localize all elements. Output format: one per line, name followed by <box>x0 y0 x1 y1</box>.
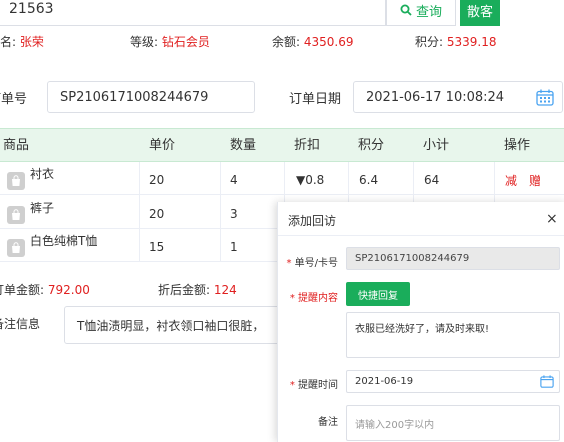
col-discount: 折扣 <box>294 138 321 153</box>
walkin-button[interactable]: 散客 <box>460 0 500 26</box>
content-textarea[interactable]: 衣服已经洗好了，请及时来取! <box>346 312 560 358</box>
customer-level: 等级: 钻石会员 <box>130 35 210 49</box>
qty-cell: 3 <box>230 207 238 221</box>
customer-balance: 余额: 4350.69 <box>272 35 354 49</box>
query-label: 查询 <box>415 4 442 20</box>
add-visit-dialog: 添加回访 × * 单号/卡号 SP2106171008244679 * 提醒内容… <box>277 202 564 442</box>
col-action: 操作 <box>504 138 531 153</box>
close-icon[interactable]: × <box>546 211 558 227</box>
time-field[interactable]: 2021-06-19 <box>346 370 560 393</box>
note-field[interactable]: 请输入200字以内 <box>346 405 560 441</box>
bag-icon <box>7 206 25 224</box>
search-input[interactable]: 21563 <box>0 0 386 26</box>
dialog-title: 添加回访 <box>288 214 337 228</box>
order-date-value: 2021-06-17 10:08:24 <box>366 89 505 105</box>
card-label: * 单号/卡号 <box>286 258 338 269</box>
note-label: 备注 <box>318 417 338 428</box>
reduce-button[interactable]: 减 <box>505 172 517 189</box>
col-subtotal: 小计 <box>423 138 450 153</box>
price-cell: 20 <box>149 173 165 187</box>
price-cell: 15 <box>149 240 165 254</box>
table-header: 商品 单价 数量 折扣 积分 小计 操作 <box>0 128 564 162</box>
points-cell: 6.4 <box>359 173 379 187</box>
search-icon <box>400 4 412 16</box>
time-value: 2021-06-19 <box>355 376 414 387</box>
bag-icon <box>7 172 25 190</box>
product-name: 裤子 <box>30 201 55 215</box>
remark-field[interactable]: T恤油渍明显，衬衣领口袖口很脏， <box>64 306 296 344</box>
order-no-field[interactable]: SP2106171008244679 <box>47 81 255 113</box>
product-name: 衬衣 <box>30 167 55 181</box>
table-row: 衬衣 20 4 ▼0.8 6.4 64 减 赠 <box>0 162 564 195</box>
calendar-icon[interactable] <box>540 375 554 388</box>
remark-label: 备注信息 <box>0 317 41 331</box>
col-qty: 数量 <box>230 138 257 153</box>
qty-cell: 4 <box>230 173 238 187</box>
bag-icon <box>7 239 25 257</box>
col-points: 积分 <box>358 138 385 153</box>
customer-name: 姓名: 张荣 <box>0 35 44 49</box>
discount-cell[interactable]: ▼0.8 <box>296 173 324 187</box>
after-discount-amount: 折后金额: 124 <box>158 283 237 297</box>
customer-points: 积分: 5339.18 <box>415 35 497 49</box>
price-cell: 20 <box>149 207 165 221</box>
col-product: 商品 <box>3 138 30 153</box>
col-price: 单价 <box>149 138 176 153</box>
query-button[interactable]: 查询 <box>386 0 456 26</box>
product-name: 白色纯棉T恤 <box>30 234 98 248</box>
content-label: * 提醒内容 <box>289 293 338 304</box>
card-field: SP2106171008244679 <box>346 247 560 270</box>
order-amount: 订单金额: 792.00 <box>0 283 90 297</box>
subtotal-cell: 64 <box>424 173 440 187</box>
order-no-label: 订单号 <box>0 92 28 107</box>
order-date-field[interactable]: 2021-06-17 10:08:24 <box>353 81 563 113</box>
dialog-divider <box>278 235 564 236</box>
time-label: * 提醒时间 <box>289 380 338 391</box>
quick-reply-button[interactable]: 快捷回复 <box>346 282 410 306</box>
gift-button[interactable]: 赠 <box>529 172 541 189</box>
qty-cell: 1 <box>230 240 238 254</box>
calendar-icon[interactable] <box>536 89 554 106</box>
order-date-label: 订单日期 <box>289 92 342 107</box>
